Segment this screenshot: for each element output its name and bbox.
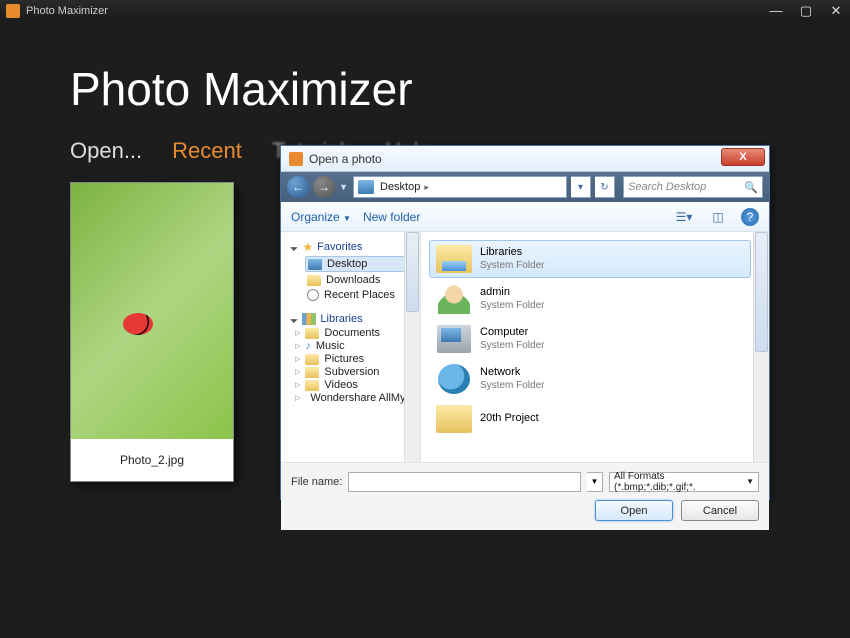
item-sub: System Folder: [480, 300, 544, 312]
item-icon: [436, 284, 472, 314]
folder-icon: [305, 380, 319, 391]
tree-item-subversion[interactable]: Subversion: [295, 366, 418, 378]
help-button[interactable]: ?: [741, 208, 759, 226]
tree-item-videos[interactable]: Videos: [295, 379, 418, 391]
dialog-app-icon: [289, 152, 303, 166]
item-name: Libraries: [480, 246, 544, 259]
filename-input[interactable]: [348, 472, 581, 492]
item-sub: System Folder: [480, 380, 544, 392]
nav-tree[interactable]: ★Favorites Desktop Downloads Recent Plac…: [281, 232, 421, 462]
new-folder-button[interactable]: New folder: [363, 210, 420, 224]
app-window: Photo Maximizer — ▢ ✕ Photo Maximizer Op…: [0, 0, 850, 638]
item-icon: [436, 324, 472, 354]
search-placeholder: Search Desktop: [628, 181, 706, 193]
desktop-icon: [358, 180, 374, 194]
address-text: Desktop: [380, 181, 420, 193]
address-bar[interactable]: Desktop ▸: [353, 176, 567, 198]
file-item[interactable]: LibrariesSystem Folder: [429, 240, 751, 278]
folder-icon: [307, 275, 321, 286]
filename-label: File name:: [291, 476, 342, 488]
dialog-body: ★Favorites Desktop Downloads Recent Plac…: [281, 232, 769, 462]
breadcrumb-arrow-icon[interactable]: ▸: [424, 182, 429, 193]
file-item[interactable]: NetworkSystem Folder: [429, 360, 751, 398]
item-icon: [436, 244, 472, 274]
item-name: admin: [480, 286, 544, 299]
folder-icon: [305, 367, 319, 378]
search-input[interactable]: Search Desktop 🔍: [623, 176, 763, 198]
music-icon: ♪: [305, 340, 311, 352]
thumb-image: [71, 183, 233, 439]
tree-item-recent-places[interactable]: Recent Places: [305, 288, 418, 302]
forward-button[interactable]: →: [313, 176, 335, 198]
monitor-icon: [308, 259, 322, 270]
app-heading: Photo Maximizer: [70, 62, 780, 116]
item-name: Computer: [480, 326, 544, 339]
refresh-button[interactable]: ↻: [595, 176, 615, 198]
filename-dropdown[interactable]: ▼: [587, 472, 603, 492]
maximize-button[interactable]: ▢: [798, 3, 814, 19]
dialog-bottom: File name: ▼ All Formats (*.bmp;*.dib;*.…: [281, 462, 769, 500]
dialog-actions: Open Cancel: [281, 500, 769, 530]
filter-select[interactable]: All Formats (*.bmp;*.dib;*.gif;*. ▼: [609, 472, 759, 492]
file-scroll-handle[interactable]: [755, 232, 768, 352]
item-icon: [436, 364, 472, 394]
dialog-title: Open a photo: [309, 152, 382, 166]
tree-item-pictures[interactable]: Pictures: [295, 353, 418, 365]
close-button[interactable]: ✕: [828, 3, 844, 19]
open-dialog: Open a photo X ← → ▼ Desktop ▸ ▾ ↻ Searc…: [280, 145, 770, 500]
libraries-icon: [302, 313, 316, 325]
file-scrollbar[interactable]: [753, 232, 769, 462]
tree-item-documents[interactable]: Documents: [295, 327, 418, 339]
back-button[interactable]: ←: [287, 176, 309, 198]
tree-item-music[interactable]: ♪Music: [295, 340, 418, 352]
dialog-toolbar: Organize ▼ New folder ☰▾ ◫ ?: [281, 202, 769, 232]
file-item[interactable]: adminSystem Folder: [429, 280, 751, 318]
file-list[interactable]: LibrariesSystem FolderadminSystem Folder…: [421, 232, 769, 462]
item-name: 20th Project: [480, 412, 539, 425]
tree-scroll-handle[interactable]: [406, 232, 419, 312]
tree-libraries: Libraries: [291, 313, 418, 325]
tree-item-downloads[interactable]: Downloads: [305, 273, 418, 287]
cancel-button[interactable]: Cancel: [681, 500, 759, 521]
recent-thumb[interactable]: Photo_2.jpg: [70, 182, 234, 482]
app-icon: [6, 4, 20, 18]
thumb-filename: Photo_2.jpg: [71, 439, 233, 481]
tree-item-desktop[interactable]: Desktop: [305, 256, 418, 272]
dialog-titlebar[interactable]: Open a photo X: [281, 146, 769, 172]
organize-button[interactable]: Organize ▼: [291, 210, 351, 224]
search-icon: 🔍: [744, 181, 758, 194]
chevron-down-icon: ▼: [343, 214, 351, 223]
preview-pane-button[interactable]: ◫: [707, 207, 729, 227]
folder-icon: [305, 328, 319, 339]
file-item[interactable]: 20th Project: [429, 400, 751, 438]
nav-open[interactable]: Open...: [70, 138, 142, 164]
chevron-down-icon: ▼: [746, 477, 754, 486]
dialog-close-button[interactable]: X: [721, 148, 765, 166]
tree-favorites: ★Favorites: [291, 240, 418, 254]
item-icon: [436, 404, 472, 434]
minimize-button[interactable]: —: [768, 3, 784, 19]
address-dropdown[interactable]: ▾: [571, 176, 591, 198]
tree-scrollbar[interactable]: [404, 232, 420, 462]
dialog-nav: ← → ▼ Desktop ▸ ▾ ↻ Search Desktop 🔍: [281, 172, 769, 202]
tree-item-wondershare[interactable]: Wondershare AllMyTube: [295, 392, 418, 404]
clock-icon: [307, 289, 319, 301]
folder-icon: [305, 354, 319, 365]
window-title: Photo Maximizer: [26, 5, 108, 17]
item-sub: System Folder: [480, 260, 544, 272]
file-item[interactable]: ComputerSystem Folder: [429, 320, 751, 358]
history-dropdown[interactable]: ▼: [339, 182, 349, 192]
nav-recent[interactable]: Recent: [172, 138, 242, 164]
titlebar[interactable]: Photo Maximizer — ▢ ✕: [0, 0, 850, 22]
view-options-button[interactable]: ☰▾: [673, 207, 695, 227]
star-icon: ★: [302, 240, 313, 254]
filter-text: All Formats (*.bmp;*.dib;*.gif;*.: [614, 471, 746, 493]
item-name: Network: [480, 366, 544, 379]
open-button[interactable]: Open: [595, 500, 673, 521]
item-sub: System Folder: [480, 340, 544, 352]
